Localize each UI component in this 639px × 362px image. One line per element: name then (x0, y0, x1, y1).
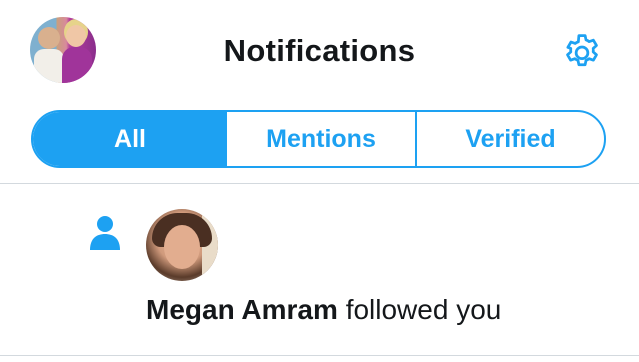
tab-mentions[interactable]: Mentions (227, 112, 417, 166)
user-name-link[interactable]: Megan Amram (146, 294, 338, 325)
notification-text: Megan Amram followed you (146, 292, 501, 328)
gear-icon[interactable] (560, 31, 604, 75)
person-icon (90, 216, 120, 250)
divider (0, 355, 639, 356)
tab-verified[interactable]: Verified (417, 112, 604, 166)
header: Notifications (0, 0, 639, 104)
avatar-face (164, 225, 200, 269)
page-title: Notifications (223, 33, 416, 68)
user-avatar[interactable] (146, 209, 218, 281)
notification-action: followed you (345, 294, 502, 325)
tab-all[interactable]: All (33, 112, 227, 166)
notifications-filter-tabs: All Mentions Verified (31, 110, 606, 168)
notification-item[interactable]: Megan Amram followed you (0, 184, 639, 355)
